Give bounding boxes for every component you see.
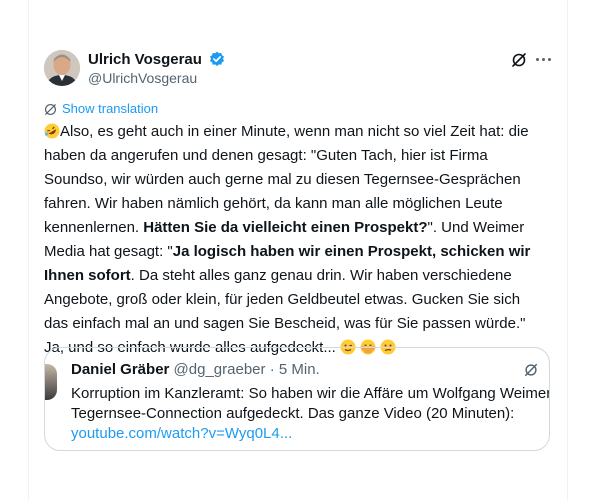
tweet-bold-answer-end: Ihnen sofort [44,267,131,284]
translate-icon [44,103,57,116]
tweet-line: haben da angerufen und denen gesagt: "Gu… [44,147,488,164]
quoted-text-line: Tegernsee-Connection aufgedeckt. Das gan… [71,405,515,422]
tweet-line: Angebote, groß oder klein, für jeden Gel… [44,291,521,308]
author-avatar[interactable] [44,50,80,86]
tweet-line: . Da steht alles ganz genau drin. Wir ha… [130,267,512,284]
quoted-video-link[interactable]: youtube.com/watch?v=Wyq0L4... [71,424,549,444]
quoted-grok-icon[interactable] [523,362,539,378]
quoted-author-name[interactable]: Daniel Gräber [71,361,169,378]
quoted-text-line: Korruption im Kanzleramt: So haben wir d… [71,385,550,402]
verified-badge-icon [209,51,225,72]
tweet-text: Also, es geht auch in einer Minute, wenn… [44,120,564,360]
tweet-line: Also, es geht auch in einer Minute, wenn… [60,123,529,140]
timeline-border-right [567,0,568,500]
tweet-line: Soundso, wir würden auch gerne mal zu di… [44,171,521,188]
author-name[interactable]: Ulrich Vosgerau [88,51,225,72]
show-translation-link[interactable]: Show translation [44,101,158,117]
rolling-on-floor-laughing-emoji-icon [44,123,60,139]
quoted-tweet[interactable]: Daniel Gräber @dg_graeber · 5 Min. Korru… [44,347,550,451]
author-name-text[interactable]: Ulrich Vosgerau [88,51,202,68]
quoted-author-avatar[interactable] [45,364,57,400]
show-translation-label[interactable]: Show translation [62,101,158,116]
tweet-line: das einfach mal an und sagen Sie Beschei… [44,315,526,332]
more-options-icon[interactable] [536,58,552,62]
tweet-line: fahren. Wir haben nämlich gehört, da kan… [44,195,503,212]
quoted-author-line: Daniel Gräber @dg_graeber · 5 Min. [71,361,320,379]
grok-icon[interactable] [510,51,528,69]
quoted-author-handle[interactable]: @dg_graeber [174,361,266,378]
quoted-tweet-text: Korruption im Kanzleramt: So haben wir d… [71,384,549,444]
tweet-bold-question: Hätten Sie da vielleicht einen Prospekt? [143,219,428,236]
tweet-line: Media hat gesagt: " [44,243,173,260]
quoted-timestamp[interactable]: 5 Min. [279,361,320,378]
tweet-bold-answer: Ja logisch haben wir einen Prospekt, sch… [172,243,531,260]
tweet-line: ". Und Weimer [427,219,525,236]
tweet-line: kennenlernen. [44,219,144,236]
quoted-meta-separator: · [269,361,275,378]
author-handle[interactable]: @UlrichVosgerau [88,70,197,87]
timeline-border-left [28,0,29,500]
